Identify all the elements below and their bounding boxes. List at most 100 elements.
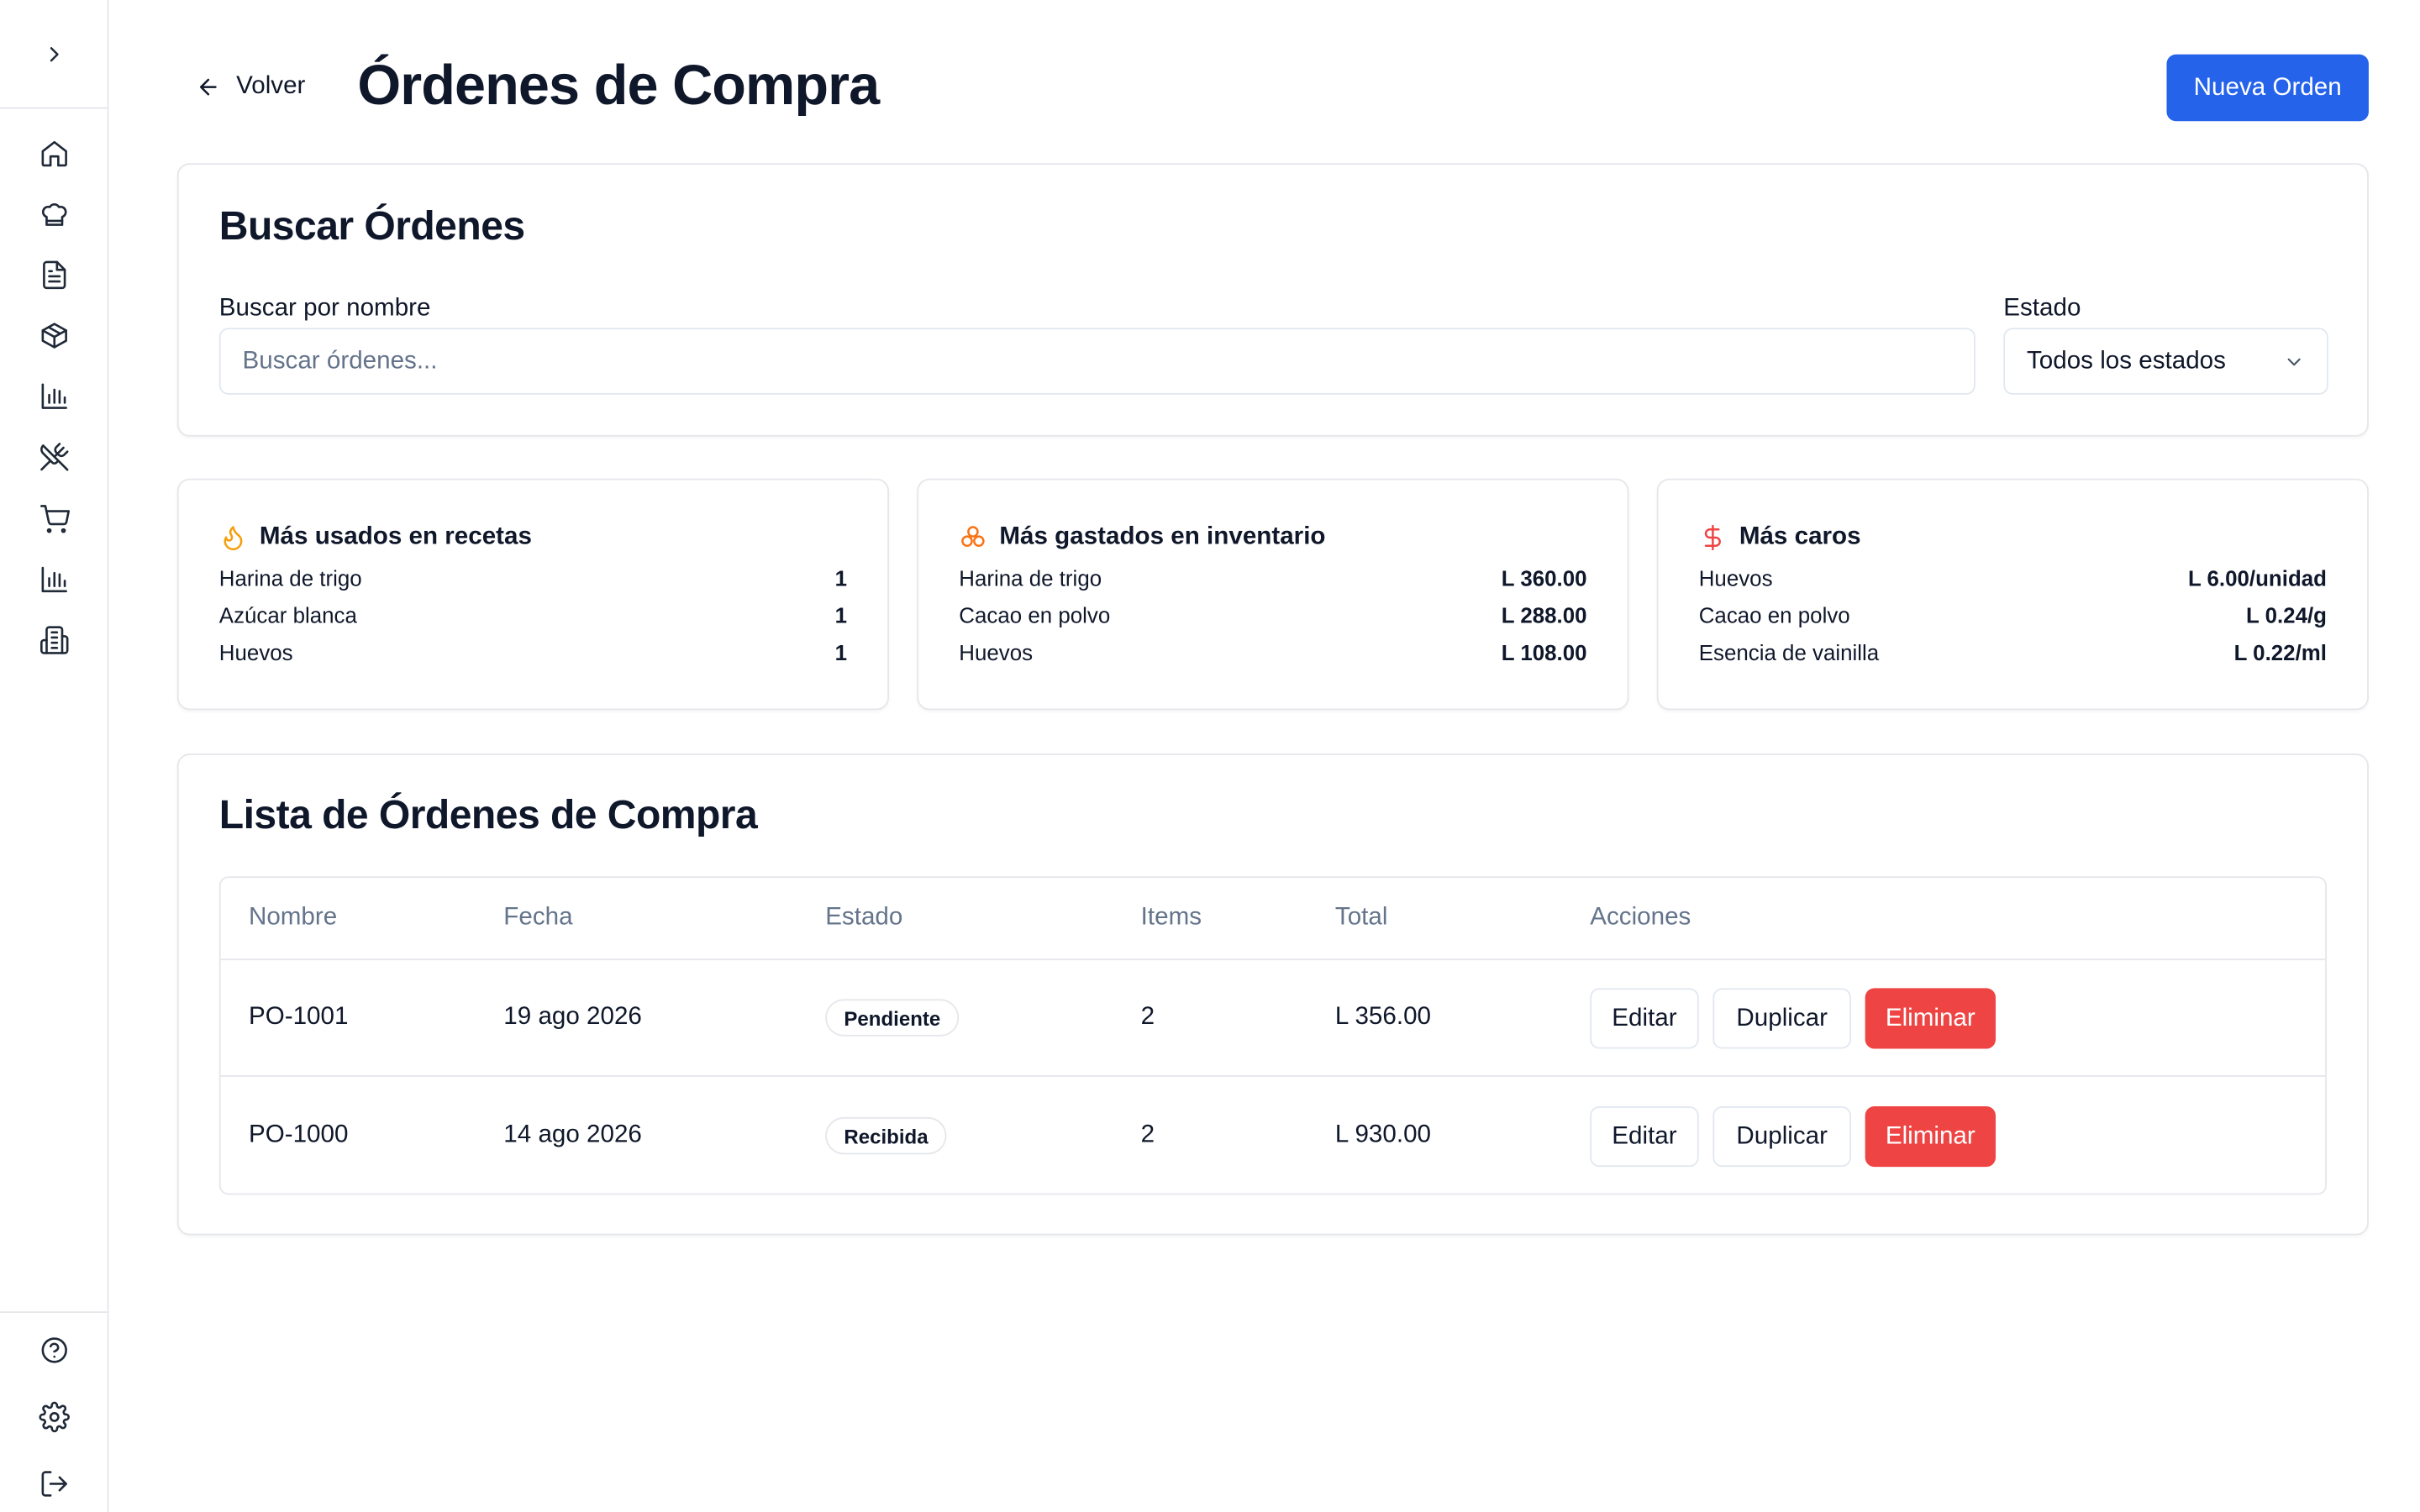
- order-total: L 930.00: [1334, 1121, 1431, 1148]
- stat-card-most-spent: Más gastados en inventario Harina de tri…: [917, 478, 1629, 711]
- sidebar-toggle-button[interactable]: [0, 0, 108, 109]
- stat-row: Esencia de vainilla L 0.22/ml: [1699, 640, 2327, 671]
- sidebar-item-settings[interactable]: [34, 1397, 75, 1437]
- stat-item-name: Huevos: [959, 640, 1034, 665]
- column-header-items[interactable]: Items: [1141, 905, 1202, 932]
- help-icon: [41, 1337, 67, 1363]
- dollar-icon: [1704, 524, 1721, 551]
- stat-row: Huevos 1: [219, 640, 847, 671]
- stat-item-value: L 0.22/ml: [2233, 640, 2328, 665]
- stat-item-name: Huevos: [218, 640, 293, 665]
- column-header-status[interactable]: Estado: [825, 905, 902, 932]
- table-header: Nombre Fecha Estado Items Total Acciones: [220, 878, 2326, 961]
- stat-item-value: L 108.00: [1501, 640, 1587, 665]
- sidebar-item-reports[interactable]: [34, 376, 75, 417]
- duplicate-button[interactable]: Duplicar: [1712, 988, 1851, 1049]
- sidebar: [0, 0, 109, 1512]
- stat-row: Harina de trigo L 360.00: [959, 565, 1586, 596]
- coins-icon: [961, 526, 985, 547]
- status-filter-label: Estado: [2003, 295, 2081, 322]
- stat-card-header: Más gastados en inventario: [959, 523, 1326, 551]
- column-header-name[interactable]: Nombre: [249, 905, 337, 932]
- bar-chart-icon: [41, 566, 67, 593]
- stat-item-value: 1: [834, 565, 848, 591]
- sidebar-item-help[interactable]: [34, 1330, 75, 1370]
- stat-title: Más usados en recetas: [259, 523, 532, 550]
- sidebar-item-purchases[interactable]: [34, 499, 75, 539]
- delete-button[interactable]: Eliminar: [1865, 988, 1996, 1049]
- stat-item-name: Harina de trigo: [959, 565, 1102, 591]
- bar-chart-icon: [41, 383, 67, 409]
- logout-icon: [41, 1471, 67, 1497]
- stat-item-value: L 0.24/g: [2246, 602, 2328, 628]
- stat-item-value: 1: [834, 602, 848, 628]
- stat-item-name: Cacao en polvo: [959, 602, 1111, 628]
- stat-row: Huevos L 108.00: [959, 640, 1586, 671]
- shopping-cart-icon: [40, 505, 71, 533]
- stat-row: Huevos L 6.00/unidad: [1699, 565, 2327, 596]
- stat-row: Harina de trigo 1: [219, 565, 847, 596]
- stat-item-name: Esencia de vainilla: [1698, 640, 1880, 665]
- stat-title: Más caros: [1739, 523, 1861, 550]
- search-input[interactable]: [218, 328, 1975, 395]
- building-icon: [40, 626, 69, 654]
- sidebar-item-analytics[interactable]: [34, 559, 75, 600]
- column-header-total[interactable]: Total: [1335, 905, 1388, 932]
- stat-item-name: Harina de trigo: [218, 565, 362, 591]
- stat-card-header: Más usados en recetas: [219, 523, 532, 551]
- orders-table: Nombre Fecha Estado Items Total Acciones…: [218, 876, 2328, 1195]
- edit-button[interactable]: Editar: [1590, 988, 1699, 1049]
- stat-item-value: L 288.00: [1501, 602, 1587, 628]
- order-date: 14 ago 2026: [503, 1121, 642, 1148]
- stat-card-header: Más caros: [1699, 523, 1861, 551]
- gear-icon: [39, 1401, 70, 1433]
- back-button[interactable]: Volver: [196, 68, 305, 105]
- order-date: 19 ago 2026: [503, 1003, 642, 1031]
- stat-item-value: L 6.00/unidad: [2187, 565, 2328, 591]
- arrow-left-icon: [199, 78, 217, 96]
- status-select[interactable]: Todos los estados: [2003, 328, 2328, 395]
- stat-title: Más gastados en inventario: [999, 523, 1326, 550]
- delete-button[interactable]: Eliminar: [1865, 1105, 1996, 1168]
- sidebar-item-suppliers[interactable]: [34, 620, 75, 660]
- status-badge: Recibida: [825, 1116, 947, 1155]
- sidebar-item-home[interactable]: [34, 134, 75, 174]
- stat-item-name: Azúcar blanca: [218, 602, 357, 628]
- order-name: PO-1000: [248, 1121, 349, 1148]
- search-card: Buscar Órdenes Buscar por nombre Estado …: [176, 163, 2369, 437]
- column-header-actions: Acciones: [1590, 904, 1691, 931]
- stat-item-value: 1: [834, 640, 848, 665]
- utensils-crossed-icon: [40, 443, 69, 471]
- order-name: PO-1001: [248, 1003, 349, 1031]
- edit-button[interactable]: Editar: [1590, 1105, 1699, 1168]
- sidebar-item-recipes[interactable]: [34, 194, 75, 234]
- stat-card-most-used: Más usados en recetas Harina de trigo 1 …: [176, 478, 890, 711]
- package-icon: [41, 323, 67, 349]
- chevron-right-icon: [49, 46, 58, 61]
- chevron-down-icon: [2287, 357, 2301, 365]
- stat-item-name: Cacao en polvo: [1698, 602, 1850, 628]
- chef-hat-icon: [41, 203, 67, 226]
- stat-row: Azúcar blanca 1: [219, 603, 847, 634]
- sidebar-divider: [0, 1311, 108, 1313]
- duplicate-button[interactable]: Duplicar: [1712, 1105, 1851, 1168]
- status-select-value: Todos los estados: [2027, 347, 2226, 374]
- back-label: Volver: [236, 72, 306, 100]
- sidebar-item-inventory[interactable]: [34, 315, 75, 355]
- home-icon: [41, 140, 67, 167]
- sidebar-item-logout[interactable]: [34, 1463, 75, 1504]
- order-items: 2: [1140, 1121, 1155, 1148]
- sidebar-item-menu[interactable]: [34, 437, 75, 477]
- stat-item-name: Huevos: [1698, 565, 1773, 591]
- flame-icon: [224, 526, 243, 551]
- table-row[interactable]: PO-1001 19 ago 2026 Pendiente 2 L 356.00…: [220, 960, 2326, 1077]
- sidebar-item-documents[interactable]: [34, 255, 75, 295]
- new-order-button[interactable]: Nueva Orden: [2166, 54, 2369, 122]
- search-name-label: Buscar por nombre: [218, 295, 431, 322]
- order-items: 2: [1140, 1003, 1155, 1031]
- page-title: Órdenes de Compra: [357, 52, 880, 117]
- table-row[interactable]: PO-1000 14 ago 2026 Recibida 2 L 930.00 …: [221, 1079, 2325, 1194]
- search-title: Buscar Órdenes: [218, 202, 525, 249]
- column-header-date[interactable]: Fecha: [503, 905, 572, 932]
- stat-card-most-expensive: Más caros Huevos L 6.00/unidad Cacao en …: [1656, 478, 2369, 711]
